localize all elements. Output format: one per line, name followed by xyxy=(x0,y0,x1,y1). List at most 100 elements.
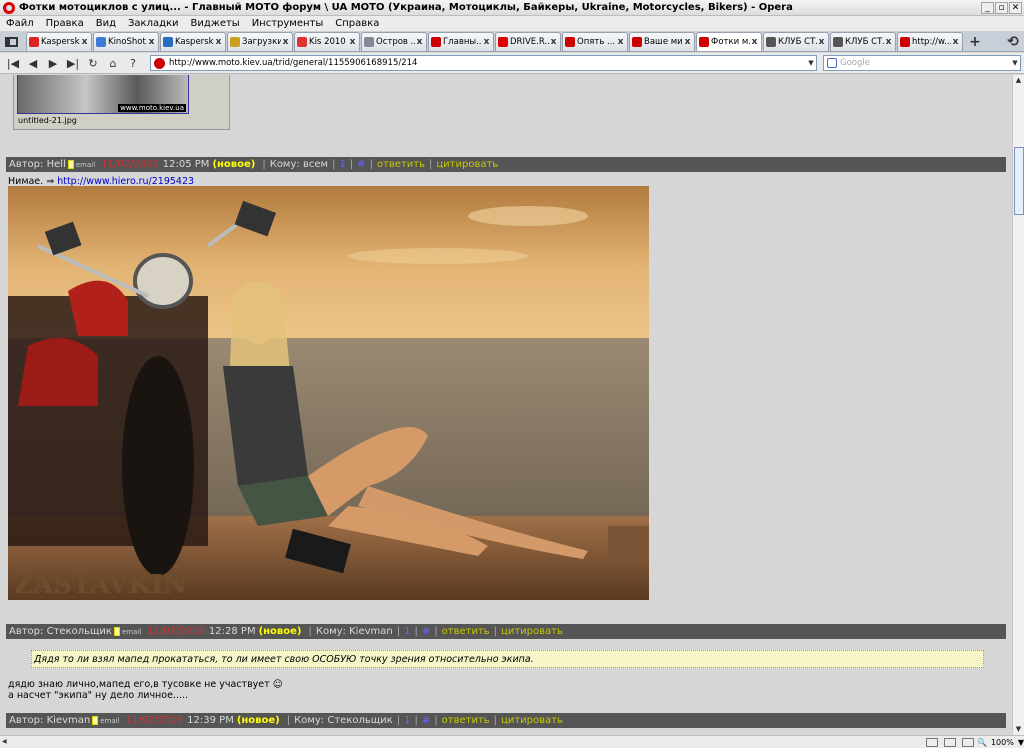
browser-tab[interactable]: Kaspersk...x xyxy=(160,32,226,51)
browser-tab[interactable]: КЛУБ СТ...x xyxy=(830,32,896,51)
tab-label: Kaspersk... xyxy=(175,37,214,47)
browser-tab[interactable]: Ваше ми...x xyxy=(629,32,695,51)
email-link[interactable]: email xyxy=(76,161,95,169)
tab-close-icon[interactable]: x xyxy=(616,37,625,47)
tab-close-icon[interactable]: x xyxy=(214,37,223,47)
new-badge: (новое) xyxy=(258,626,302,637)
reply-link[interactable]: ответить xyxy=(442,626,490,637)
post-time: 12:28 PM xyxy=(208,626,256,637)
email-link[interactable]: email xyxy=(122,628,141,636)
post-anchor-link[interactable]: # xyxy=(422,715,430,726)
tab-close-icon[interactable]: x xyxy=(683,37,692,47)
menu-help[interactable]: Справка xyxy=(329,18,385,29)
url-dropdown-icon[interactable]: ▼ xyxy=(806,59,816,67)
home-button[interactable]: ⌂ xyxy=(104,54,122,72)
maximize-button[interactable]: ▫ xyxy=(995,1,1008,14)
fit-width-icon[interactable] xyxy=(944,737,956,747)
zoom-dropdown-icon[interactable]: ▼ xyxy=(1018,738,1024,747)
search-placeholder[interactable]: Google xyxy=(840,58,1010,68)
menu-tools[interactable]: Инструменты xyxy=(246,18,330,29)
tab-favicon-icon xyxy=(96,37,106,47)
search-field[interactable]: Google ▼ xyxy=(823,55,1021,71)
closed-tabs-icon[interactable]: ⟲ xyxy=(1002,32,1024,51)
quote-link[interactable]: цитировать xyxy=(501,715,563,726)
menu-bookmarks[interactable]: Закладки xyxy=(122,18,185,29)
browser-tab[interactable]: Kaspersk...x xyxy=(26,32,92,51)
browser-tab[interactable]: http://w... x xyxy=(897,32,963,51)
vertical-scrollbar[interactable]: ▲ ▼ xyxy=(1012,75,1024,735)
menu-view[interactable]: Вид xyxy=(90,18,122,29)
google-icon xyxy=(827,58,837,68)
attachment-thumbnail[interactable]: www.moto.kiev.ua xyxy=(17,75,189,114)
tab-close-icon[interactable]: x xyxy=(415,37,424,47)
pm-icon[interactable] xyxy=(67,160,74,169)
quote-link[interactable]: цитировать xyxy=(501,626,563,637)
panel-toggle-button[interactable] xyxy=(1,32,22,51)
tab-close-icon[interactable]: x xyxy=(817,37,826,47)
quote-link[interactable]: цитировать xyxy=(436,159,498,170)
tab-close-icon[interactable]: x xyxy=(147,37,156,47)
security-info-button[interactable]: ? xyxy=(124,54,142,72)
address-field[interactable]: http://www.moto.kiev.ua/trid/general/115… xyxy=(150,55,817,71)
to-recipient: Стекольщик xyxy=(327,715,393,726)
info-icon: ? xyxy=(130,56,136,70)
browser-tab[interactable]: Остров ... x xyxy=(361,32,427,51)
images-icon[interactable] xyxy=(962,737,974,747)
close-window-button[interactable]: ✕ xyxy=(1009,1,1022,14)
post-number-link[interactable]: 1 xyxy=(404,626,410,637)
pm-icon[interactable] xyxy=(113,627,120,636)
tab-close-icon[interactable]: x xyxy=(750,37,759,47)
tab-close-icon[interactable]: x xyxy=(884,37,893,47)
author-name[interactable]: Kievman xyxy=(47,715,91,726)
tab-label: DRIVE.R... xyxy=(510,37,549,47)
tab-close-icon[interactable]: x xyxy=(281,37,290,47)
post-number-link[interactable]: 1 xyxy=(339,159,345,170)
author-name[interactable]: Hell xyxy=(47,159,66,170)
reply-link[interactable]: ответить xyxy=(377,159,425,170)
panel-icon[interactable] xyxy=(926,737,938,747)
post-photo[interactable]: ZASTAVKIN xyxy=(8,186,649,600)
tab-close-icon[interactable]: x xyxy=(549,37,558,47)
menu-edit[interactable]: Правка xyxy=(40,18,90,29)
rewind-button[interactable]: |◀ xyxy=(4,54,22,72)
zoom-level[interactable]: 100% xyxy=(991,738,1014,747)
browser-tab[interactable]: Фотки м...x xyxy=(696,32,762,51)
new-tab-button[interactable]: + xyxy=(964,32,986,51)
minimize-button[interactable]: _ xyxy=(981,1,994,14)
browser-tab[interactable]: KinoShot...x xyxy=(93,32,159,51)
browser-tab[interactable]: КЛУБ СТ...x xyxy=(763,32,829,51)
scrollbar-thumb[interactable] xyxy=(1014,147,1024,215)
post-anchor-link[interactable]: # xyxy=(422,626,430,637)
browser-tab[interactable]: Загрузки x xyxy=(227,32,293,51)
email-link[interactable]: email xyxy=(100,717,119,725)
previous-attachment[interactable]: www.moto.kiev.ua untitled-21.jpg xyxy=(13,75,230,130)
menu-widgets[interactable]: Виджеты xyxy=(185,18,246,29)
scroll-up-icon[interactable]: ▲ xyxy=(1013,75,1024,86)
browser-tab[interactable]: Главны... x xyxy=(428,32,494,51)
scroll-down-icon[interactable]: ▼ xyxy=(1013,724,1024,735)
reload-button[interactable]: ↻ xyxy=(84,54,102,72)
pm-icon[interactable] xyxy=(92,716,99,725)
author-name[interactable]: Стекольщик xyxy=(47,626,112,637)
fast-forward-button[interactable]: ▶| xyxy=(64,54,82,72)
post-header: Автор: Kievman email 11/02/2009 12:39 PM… xyxy=(6,713,1006,728)
forward-button[interactable]: ▶ xyxy=(44,54,62,72)
tab-close-icon[interactable]: x xyxy=(951,37,960,47)
tab-close-icon[interactable]: x xyxy=(482,37,491,47)
back-button[interactable]: ◀ xyxy=(24,54,42,72)
post-date: 11/02/2009 xyxy=(101,159,159,170)
post-anchor-link[interactable]: # xyxy=(357,159,365,170)
menu-file[interactable]: Файл xyxy=(0,18,40,29)
tab-close-icon[interactable]: x xyxy=(348,37,357,47)
browser-tab[interactable]: DRIVE.R... x xyxy=(495,32,561,51)
browser-tab[interactable]: Опять ... x xyxy=(562,32,628,51)
scroll-left-icon[interactable]: ◀ xyxy=(2,738,11,747)
url-text[interactable]: http://www.moto.kiev.ua/trid/general/115… xyxy=(169,58,806,68)
tab-close-icon[interactable]: x xyxy=(80,37,89,47)
tab-label: Загрузки xyxy=(242,37,281,47)
thumbnail-watermark: www.moto.kiev.ua xyxy=(118,104,186,112)
search-dropdown-icon[interactable]: ▼ xyxy=(1010,59,1020,67)
post-number-link[interactable]: 1 xyxy=(404,715,410,726)
reply-link[interactable]: ответить xyxy=(442,715,490,726)
browser-tab[interactable]: Kis 2010 ...x xyxy=(294,32,360,51)
